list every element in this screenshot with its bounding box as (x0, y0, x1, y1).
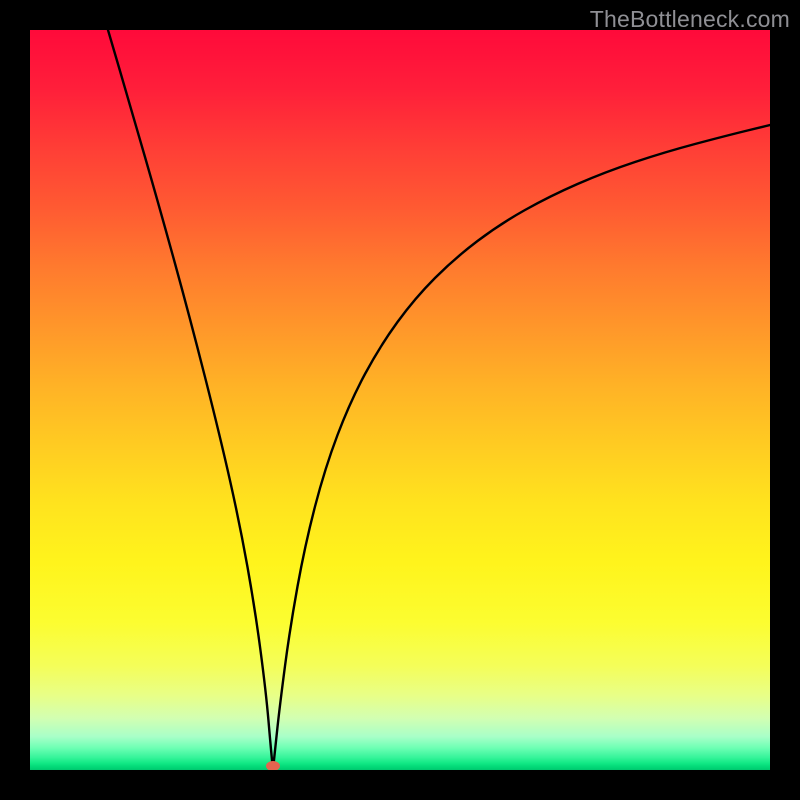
curve-left-branch (108, 30, 273, 770)
curve-right-branch (273, 125, 770, 770)
min-point-marker (266, 761, 280, 770)
chart-plot-area (30, 30, 770, 770)
chart-svg (30, 30, 770, 770)
watermark-text: TheBottleneck.com (590, 6, 790, 33)
